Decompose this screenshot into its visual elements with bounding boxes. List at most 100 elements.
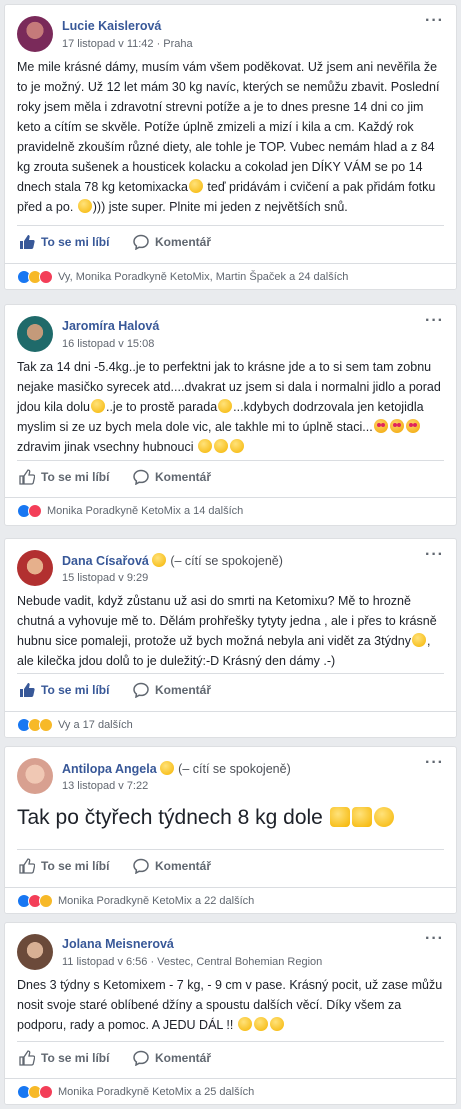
thumbs-up-icon <box>20 683 35 697</box>
post-text-part: zdravim jinak vsechny hubnouci <box>17 440 197 454</box>
avatar[interactable] <box>17 550 53 586</box>
reactions-text[interactable]: Monika Poradkyně KetoMix a 25 dalších <box>58 1086 254 1098</box>
like-label: To se mi líbí <box>41 1051 110 1065</box>
smile-emoji-icon <box>77 199 92 213</box>
post-header: Jaromíra Halová 16 listopad v 15:08 ··· <box>5 305 456 357</box>
comment-button[interactable]: Komentář <box>133 469 211 485</box>
thumbs-up-icon <box>20 235 35 249</box>
post-card: Dana Císařová (– cítí se spokojeně) 15 l… <box>4 538 457 738</box>
reactions-text[interactable]: Monika Poradkyně KetoMix a 22 dalších <box>58 895 254 907</box>
like-button[interactable]: To se mi líbí <box>19 469 109 485</box>
smile-emoji-icon <box>237 1017 252 1031</box>
comment-label: Komentář <box>155 235 212 249</box>
reactions-bar[interactable]: Vy a 17 dalších <box>5 711 456 737</box>
post-text-part: ..je to prostě parada <box>105 400 218 414</box>
reactions-bar[interactable]: Monika Poradkyně KetoMix a 14 dalších <box>5 497 456 523</box>
post-meta: 13 listopad v 7:22 <box>62 780 149 792</box>
reactions-bar[interactable]: Monika Poradkyně KetoMix a 25 dalších <box>5 1078 456 1104</box>
comment-button[interactable]: Komentář <box>133 1050 211 1066</box>
author-name[interactable]: Dana Císařová <box>62 554 149 568</box>
post-card: Jolana Meisnerová 11 listopad v 6:56 · V… <box>4 922 457 1105</box>
comment-label: Komentář <box>155 683 212 697</box>
comment-label: Komentář <box>155 470 212 484</box>
heart-eyes-emoji-icon <box>373 419 388 433</box>
thumbs-up-emoji-icon <box>351 807 372 827</box>
post-text: Tak po čtyřech týdnech 8 kg dole <box>5 799 456 833</box>
heart-eyes-emoji-icon <box>405 419 420 433</box>
post-text-part: Me mile krásné dámy, musím vám všem podě… <box>17 60 440 194</box>
love-reaction-icon <box>28 504 42 518</box>
smile-emoji-icon <box>253 1017 268 1031</box>
post-text: Tak za 14 dni -5.4kg..je to perfektni ja… <box>5 357 456 457</box>
post-actions: To se mi líbí Komentář <box>17 225 444 257</box>
wow-reaction-icon <box>39 718 53 732</box>
feeling-text: (– cítí se spokojeně) <box>170 554 283 568</box>
more-options-icon[interactable]: ··· <box>425 12 444 30</box>
like-button[interactable]: To se mi líbí <box>19 1050 109 1066</box>
post-text-part: Nebude vadit, když zůstanu už asi do smr… <box>17 594 437 648</box>
like-label: To se mi líbí <box>41 683 110 697</box>
post-actions: To se mi líbí Komentář <box>17 673 444 705</box>
thumbs-up-icon <box>19 1050 35 1066</box>
post-meta: 17 listopad v 11:42 · Praha <box>62 38 193 50</box>
post-text: Nebude vadit, když zůstanu už asi do smr… <box>5 591 456 671</box>
more-options-icon[interactable]: ··· <box>425 312 444 330</box>
avatar[interactable] <box>17 758 53 794</box>
post-header: Dana Císařová (– cítí se spokojeně) 15 l… <box>5 539 456 591</box>
reactions-text[interactable]: Monika Poradkyně KetoMix a 14 dalších <box>47 505 243 517</box>
comment-label: Komentář <box>155 859 212 873</box>
like-label: To se mi líbí <box>41 859 110 873</box>
comment-button[interactable]: Komentář <box>133 858 211 874</box>
author-name[interactable]: Jaromíra Halová <box>62 319 159 333</box>
avatar[interactable] <box>17 316 53 352</box>
comment-icon <box>133 858 149 874</box>
reactions-text[interactable]: Vy a 17 dalších <box>58 719 133 731</box>
laughing-emoji-icon <box>411 633 426 647</box>
smile-emoji-icon <box>373 807 394 827</box>
feeling-text: (– cítí se spokojeně) <box>178 762 291 776</box>
reactions-text[interactable]: Vy, Monika Poradkyně KetoMix, Martin Špa… <box>58 271 348 283</box>
post-card: Lucie Kaislerová 17 listopad v 11:42 · P… <box>4 4 457 290</box>
post-card: Jaromíra Halová 16 listopad v 15:08 ··· … <box>4 304 457 526</box>
smile-emoji-icon <box>159 761 174 775</box>
thumbs-up-icon <box>19 858 35 874</box>
hugging-emoji-icon <box>197 439 212 453</box>
post-text: Dnes 3 týdny s Ketomixem - 7 kg, - 9 cm … <box>5 975 456 1035</box>
comment-icon <box>133 469 149 485</box>
post-meta: 11 listopad v 6:56 · Vestec, Central Boh… <box>62 956 323 968</box>
smile-emoji-icon <box>188 179 203 193</box>
comment-button[interactable]: Komentář <box>133 234 211 250</box>
comment-label: Komentář <box>155 1051 212 1065</box>
comment-icon <box>133 682 149 698</box>
like-button[interactable]: To se mi líbí <box>19 858 109 874</box>
post-meta: 15 listopad v 9:29 <box>62 572 149 584</box>
smile-emoji-icon <box>269 1017 284 1031</box>
thumbs-up-emoji-icon <box>329 807 350 827</box>
like-button[interactable]: To se mi líbí <box>19 682 109 698</box>
comment-icon <box>133 234 149 250</box>
author-name[interactable]: Lucie Kaislerová <box>62 19 161 33</box>
comment-button[interactable]: Komentář <box>133 682 211 698</box>
thumbs-up-icon <box>19 469 35 485</box>
post-header: Jolana Meisnerová 11 listopad v 6:56 · V… <box>5 923 456 975</box>
post-meta: 16 listopad v 15:08 <box>62 338 155 350</box>
heart-eyes-emoji-icon <box>389 419 404 433</box>
like-button[interactable]: To se mi líbí <box>19 234 109 250</box>
avatar[interactable] <box>17 16 53 52</box>
more-options-icon[interactable]: ··· <box>425 930 444 948</box>
like-label: To se mi líbí <box>41 235 110 249</box>
post-text-part: Dnes 3 týdny s Ketomixem - 7 kg, - 9 cm … <box>17 978 443 1032</box>
more-options-icon[interactable]: ··· <box>425 546 444 564</box>
avatar[interactable] <box>17 934 53 970</box>
hugging-emoji-icon <box>229 439 244 453</box>
wow-reaction-icon <box>39 894 53 908</box>
author-name[interactable]: Jolana Meisnerová <box>62 937 174 951</box>
post-header: Antilopa Angela (– cítí se spokojeně) 13… <box>5 747 456 799</box>
reactions-bar[interactable]: Monika Poradkyně KetoMix a 22 dalších <box>5 887 456 913</box>
laughing-emoji-icon <box>90 399 105 413</box>
author-name[interactable]: Antilopa Angela <box>62 762 157 776</box>
post-header: Lucie Kaislerová 17 listopad v 11:42 · P… <box>5 5 456 57</box>
post-text-part: ))) jste super. Plnite mi jeden z největ… <box>92 200 348 214</box>
reactions-bar[interactable]: Vy, Monika Poradkyně KetoMix, Martin Špa… <box>5 263 456 289</box>
more-options-icon[interactable]: ··· <box>425 754 444 772</box>
